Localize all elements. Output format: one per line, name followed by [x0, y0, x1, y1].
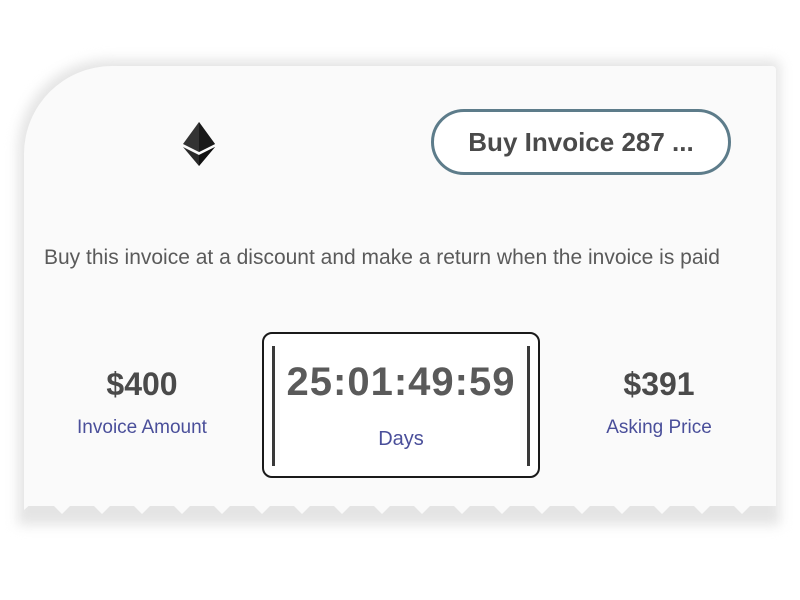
asking-price-stat: $391 Asking Price	[594, 364, 724, 440]
buy-invoice-button[interactable]: Buy Invoice 287 ...	[431, 109, 731, 175]
receipt-torn-edge	[24, 488, 776, 514]
invoice-amount-value: $400	[106, 366, 178, 402]
screenshot-stage: Buy Invoice 287 ... Buy this invoice at …	[0, 0, 800, 600]
invoice-amount-stat: $400 Invoice Amount	[70, 364, 214, 440]
invoice-amount-label: Invoice Amount	[77, 417, 207, 438]
countdown-timer: 25:01:49:59 Days	[262, 332, 540, 478]
countdown-label: Days	[378, 428, 424, 450]
invoice-card: Buy Invoice 287 ... Buy this invoice at …	[24, 66, 776, 506]
ethereum-icon	[183, 122, 215, 166]
invoice-description: Buy this invoice at a discount and make …	[44, 246, 720, 269]
asking-price-value: $391	[623, 366, 695, 402]
countdown-value: 25:01:49:59	[286, 360, 516, 404]
asking-price-label: Asking Price	[606, 417, 712, 438]
